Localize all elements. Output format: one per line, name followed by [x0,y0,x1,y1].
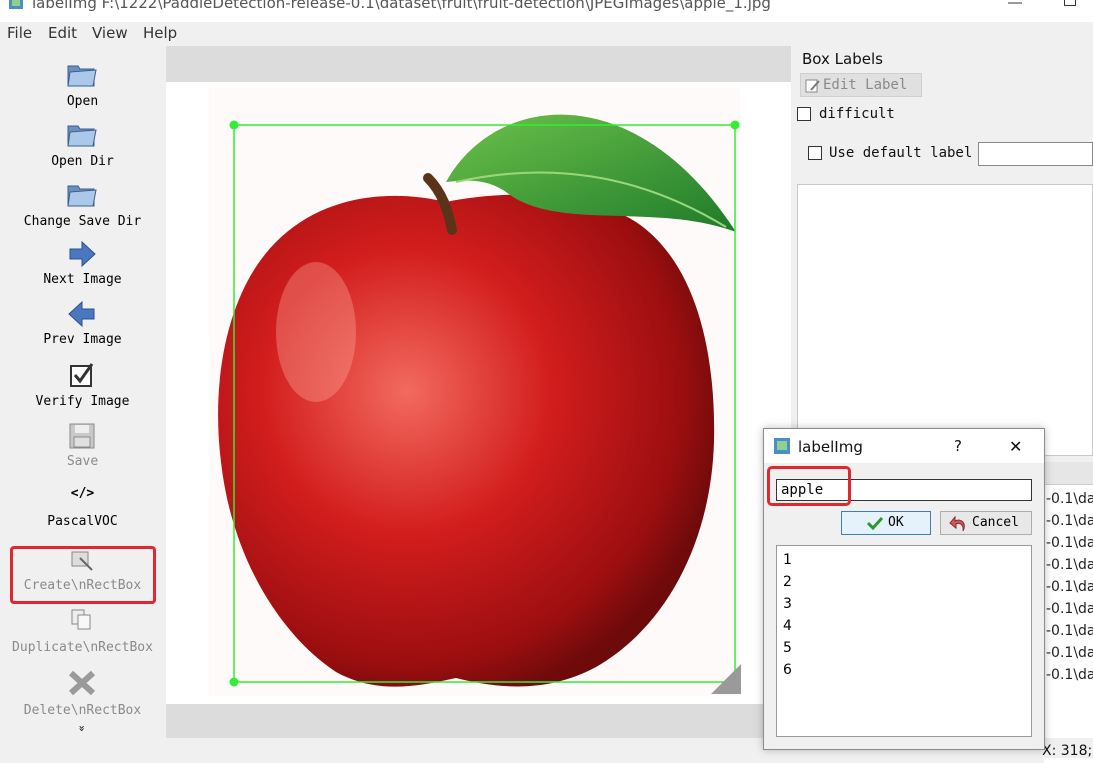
menu-edit[interactable]: Edit [48,24,77,42]
maximize-icon[interactable] [1064,0,1076,6]
folder-icon[interactable] [66,178,98,210]
use-default-label-checkbox[interactable] [808,146,822,160]
file-list-item[interactable]: -0.1\da [1046,667,1093,683]
labelimg-app-icon [8,0,24,10]
window-titlebar: labelImg F:\1222\PaddleDetection-release… [0,0,1093,22]
verify-image-button[interactable]: Verify Image [0,394,165,409]
file-list-item[interactable]: -0.1\da [1046,623,1093,639]
default-label-input[interactable] [978,142,1093,166]
duplicate-rectbox-button[interactable]: Duplicate\nRectBox [0,640,165,655]
bbox-handle[interactable] [730,120,740,130]
use-default-label-text: Use default label [829,145,973,161]
bbox-handle[interactable] [229,677,239,687]
folder-open-icon[interactable] [66,58,98,90]
file-list[interactable]: -0.1\da -0.1\da -0.1\da -0.1\da -0.1\da … [1044,485,1093,763]
code-icon[interactable]: </> [0,486,165,501]
open-button[interactable]: Open [0,94,165,109]
list-item[interactable]: 3 [783,596,792,612]
file-list-item[interactable]: -0.1\da [1046,645,1093,661]
check-icon [866,516,884,530]
change-save-dir-button[interactable]: Change Save Dir [0,214,165,229]
next-image-button[interactable]: Next Image [0,272,165,287]
more-tools-icon[interactable]: » [76,721,89,737]
labelimg-app-icon [774,438,790,454]
close-icon[interactable]: ✕ [1009,437,1022,456]
edit-label-icon [805,79,820,93]
open-dir-button[interactable]: Open Dir [0,154,165,169]
file-list-item[interactable]: -0.1\da [1046,579,1093,595]
resize-grip-icon [711,664,741,694]
file-list-header [1044,462,1093,485]
label-history-list[interactable]: 1 2 3 4 5 6 [776,545,1032,737]
dialog-titlebar: labelImg ? ✕ [764,429,1044,463]
ok-button[interactable]: OK [841,511,931,535]
list-item[interactable]: 1 [783,552,792,568]
minimize-icon[interactable] [1008,0,1022,4]
box-labels-title: Box Labels [802,50,883,68]
arrow-right-icon[interactable] [66,240,98,272]
toolbar: Open Open Dir Change Save Dir Next Image… [0,46,165,740]
undo-icon [949,515,965,532]
menu-help[interactable]: Help [143,24,177,42]
edit-label-button[interactable]: Edit Label [800,73,922,97]
save-button[interactable]: Save [0,454,165,469]
label-input-highlight [767,466,851,506]
window-title: labelImg F:\1222\PaddleDetection-release… [32,0,771,12]
checkbox-icon[interactable] [66,362,98,394]
bbox-handle[interactable] [229,120,239,130]
box-labels-header: Box Labels [797,48,1093,71]
list-item[interactable]: 2 [783,574,792,590]
dialog-title: labelImg [798,438,863,456]
cancel-button-label: Cancel [972,515,1019,530]
file-list-item[interactable]: -0.1\da [1046,491,1093,507]
ok-button-label: OK [888,515,904,530]
edit-label-text: Edit Label [823,77,908,93]
menu-file[interactable]: File [7,24,32,42]
help-icon[interactable]: ? [954,437,962,455]
bounding-box[interactable] [166,82,791,704]
prev-image-button[interactable]: Prev Image [0,332,165,347]
file-list-item[interactable]: -0.1\da [1046,535,1093,551]
difficult-checkbox[interactable] [797,107,811,121]
folder-icon[interactable] [66,118,98,150]
file-list-item[interactable]: -0.1\da [1046,601,1093,617]
menu-view[interactable]: View [92,24,128,42]
create-rectbox-highlight [10,546,156,604]
difficult-label: difficult [819,106,895,122]
label-list[interactable] [797,184,1093,456]
cancel-button[interactable]: Cancel [940,511,1032,535]
format-button[interactable]: PascalVOC [0,514,165,529]
list-item[interactable]: 6 [783,662,792,678]
menu-bar: File Edit View Help [0,22,1093,46]
floppy-icon [66,422,98,454]
list-item[interactable]: 4 [783,618,792,634]
label-dialog: labelImg ? ✕ apple OK Cancel 1 2 3 4 5 6 [763,428,1045,750]
arrow-left-icon[interactable] [66,300,98,332]
duplicate-icon [66,608,98,640]
status-coords: X: 318; [1042,743,1093,759]
list-item[interactable]: 5 [783,640,792,656]
file-list-item[interactable]: -0.1\da [1046,513,1093,529]
delete-rectbox-button[interactable]: Delete\nRectBox [0,703,165,718]
delete-icon [66,668,98,700]
file-list-item[interactable]: -0.1\da [1046,557,1093,573]
